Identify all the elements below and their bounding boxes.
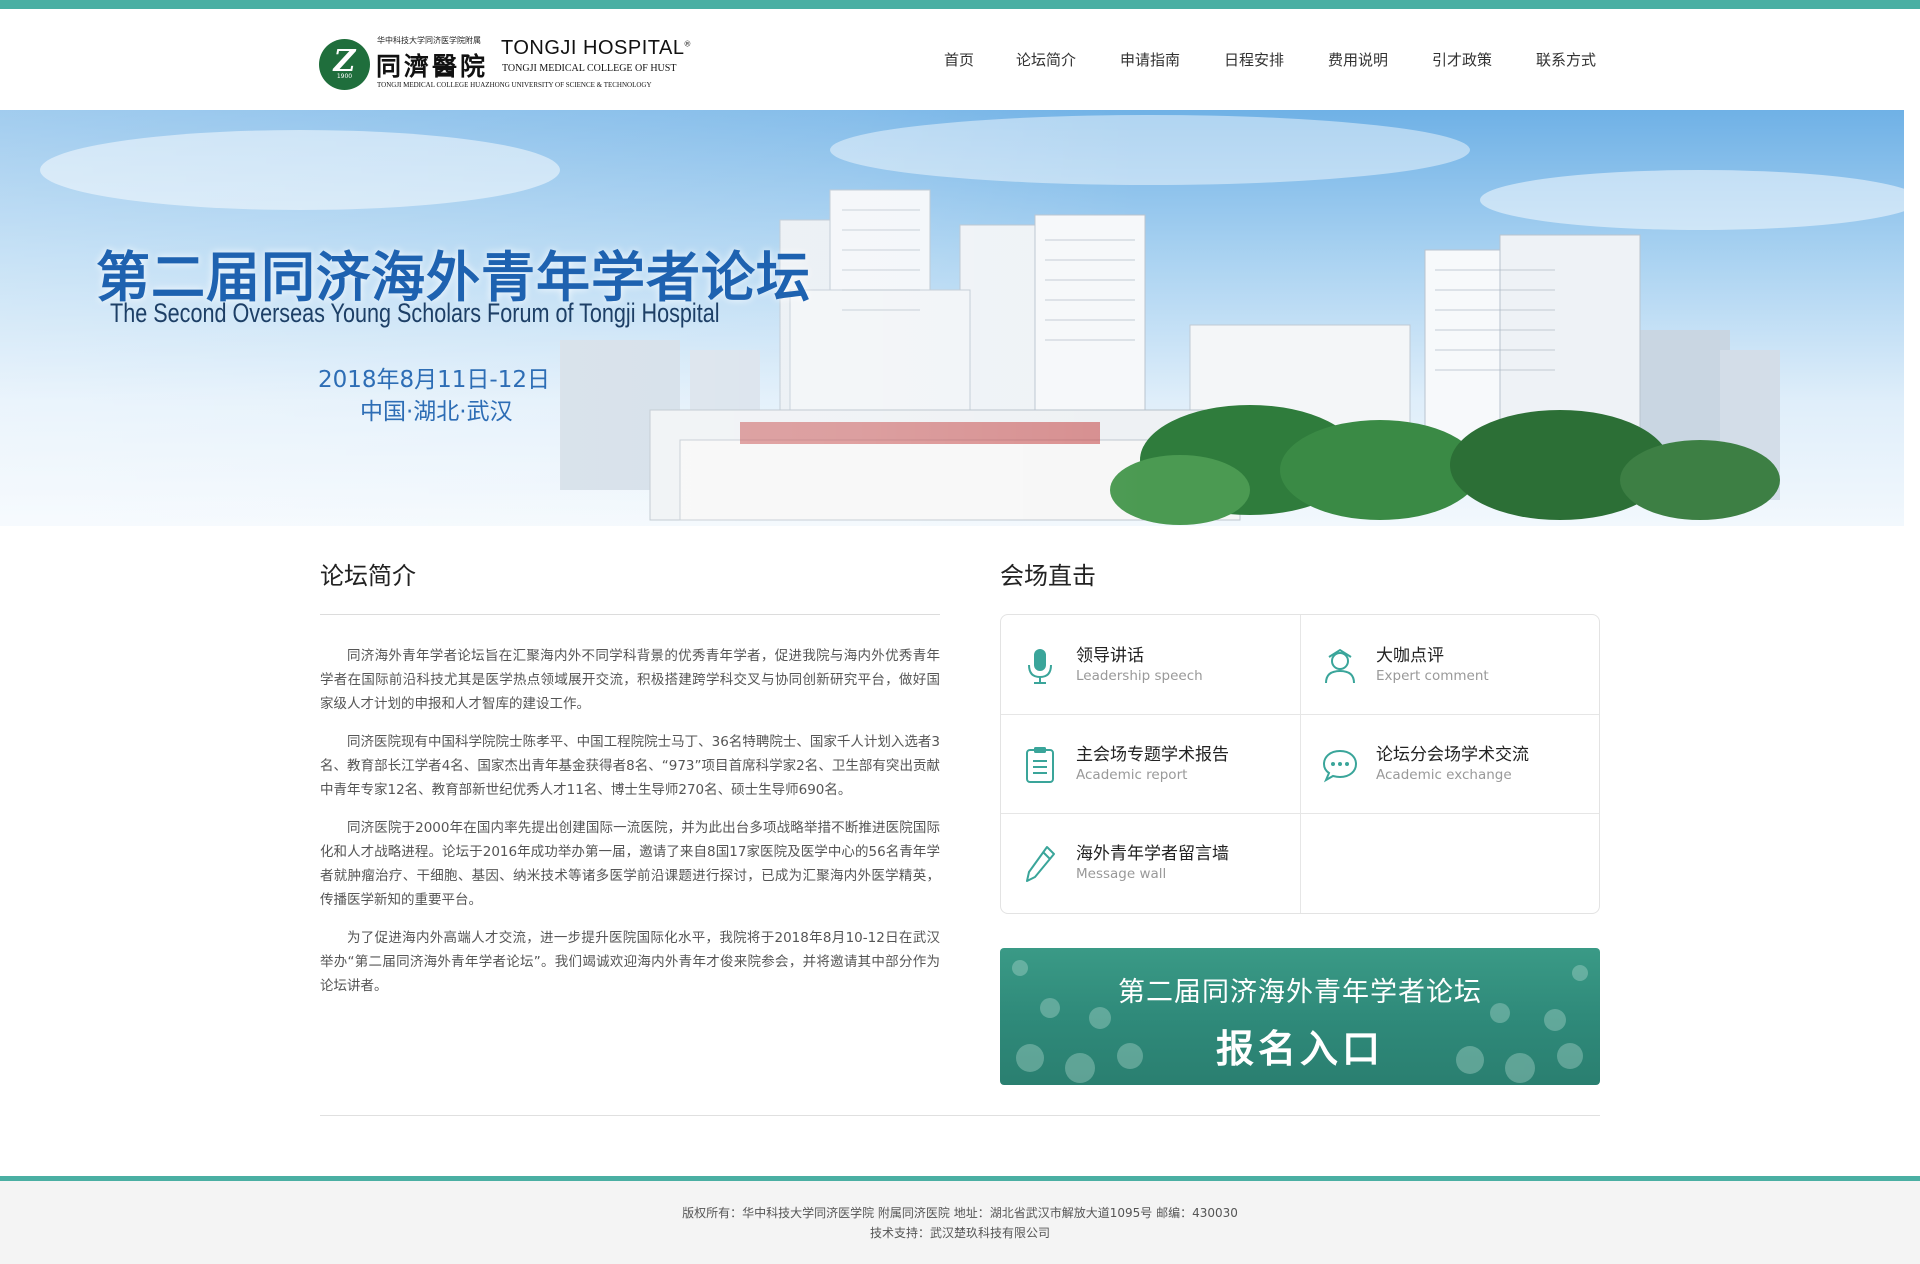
venue-item-label: 主会场专题学术报告 <box>1076 745 1229 765</box>
venue-item-label: 大咖点评 <box>1376 646 1444 666</box>
hospital-emblem-icon: Z 1900 <box>319 39 370 90</box>
nav-schedule[interactable]: 日程安排 <box>1224 49 1284 70</box>
registration-label: 报名入口 <box>1215 1027 1384 1071</box>
intro-title: 论坛简介 <box>320 562 416 590</box>
venue-item-label: 领导讲话 <box>1076 646 1144 666</box>
hospital-logo[interactable]: Z 1900 华中科技大学同济医学院附属 同濟醫院 TONGJI HOSPITA… <box>319 35 694 95</box>
intro-paragraph: 同济医院于2000年在国内率先提出创建国际一流医院，并为此出台多项战略举措不断推… <box>320 820 940 908</box>
venue-grid: 领导讲话 Leadership speech 大咖点评 Expert comme… <box>1000 614 1600 914</box>
chat-bubble-icon <box>1322 749 1358 783</box>
microphone-icon <box>1028 649 1052 684</box>
venue-item-sublabel: Message wall <box>1076 866 1167 882</box>
venue-item-sublabel: Academic exchange <box>1376 767 1512 783</box>
pencil-icon <box>1026 846 1055 882</box>
nav-forum-intro[interactable]: 论坛简介 <box>1016 49 1076 70</box>
venue-item-label: 论坛分会场学术交流 <box>1376 745 1529 765</box>
top-accent-bar <box>0 0 1920 9</box>
banner-location: 中国·湖北·武汉 <box>360 399 513 425</box>
nav-talent-policy[interactable]: 引才政策 <box>1432 49 1492 70</box>
logo-cn-name: 同濟醫院 <box>376 52 489 81</box>
intro-paragraph: 同济海外青年学者论坛旨在汇聚海内外不同学科背景的优秀青年学者，促进我院与海内外优… <box>320 648 940 712</box>
banner-edge <box>1904 110 1920 526</box>
nav-application-guide[interactable]: 申请指南 <box>1120 49 1180 70</box>
registration-entry-button[interactable]: 第二届同济海外青年学者论坛 报名入口 <box>1000 948 1600 1085</box>
logo-en-name: TONGJI HOSPITAL® <box>501 37 691 59</box>
venue-item-label: 海外青年学者留言墙 <box>1076 844 1229 864</box>
venue-item-academic-report[interactable]: 主会场专题学术报告 Academic report <box>1001 714 1300 813</box>
venue-item-expert-comment[interactable]: 大咖点评 Expert comment <box>1301 615 1600 714</box>
venue-item-sublabel: Academic report <box>1076 767 1188 783</box>
banner-subtitle: The Second Overseas Young Scholars Forum… <box>110 298 720 328</box>
banner-date: 2018年8月11日-12日 <box>318 367 550 393</box>
logo-en-college: TONGJI MEDICAL COLLEGE OF HUST <box>502 63 677 74</box>
venue-title: 会场直击 <box>1000 562 1096 590</box>
venue-item-academic-exchange[interactable]: 论坛分会场学术交流 Academic exchange <box>1301 714 1600 813</box>
site-header: Z 1900 华中科技大学同济医学院附属 同濟醫院 TONGJI HOSPITA… <box>0 9 1920 110</box>
intro-paragraph: 为了促进海内外高端人才交流，进一步提升医院国际化水平，我院将于2018年8月10… <box>320 930 940 994</box>
venue-item-message-wall[interactable]: 海外青年学者留言墙 Message wall <box>1001 813 1300 912</box>
registration-title: 第二届同济海外青年学者论坛 <box>1118 977 1482 1008</box>
nav-home[interactable]: 首页 <box>944 49 974 70</box>
venue-item-sublabel: Expert comment <box>1376 668 1489 684</box>
intro-divider <box>320 614 940 615</box>
footer-tech-support: 技术支持：武汉楚玖科技有限公司 <box>869 1226 1050 1240</box>
nav-contact[interactable]: 联系方式 <box>1536 49 1596 70</box>
clipboard-icon <box>1026 747 1054 783</box>
logo-en-university: TONGJI MEDICAL COLLEGE HUAZHONG UNIVERSI… <box>377 81 652 89</box>
footer-copyright: 版权所有：华中科技大学同济医学院 附属同济医院 地址：湖北省武汉市解放大道109… <box>682 1206 1238 1220</box>
content-divider <box>320 1115 1600 1116</box>
nav-fees[interactable]: 费用说明 <box>1328 49 1388 70</box>
logo-cn-affiliation: 华中科技大学同济医学院附属 <box>377 36 481 45</box>
intro-paragraph: 同济医院现有中国科学院院士陈孝平、中国工程院院士马丁、36名特聘院士、国家千人计… <box>320 734 940 798</box>
intro-body: 同济海外青年学者论坛旨在汇聚海内外不同学科背景的优秀青年学者，促进我院与海内外优… <box>320 644 940 1012</box>
expert-icon <box>1325 648 1355 684</box>
site-footer: 版权所有：华中科技大学同济医学院 附属同济医院 地址：湖北省武汉市解放大道109… <box>0 1176 1920 1264</box>
venue-item-leadership-speech[interactable]: 领导讲话 Leadership speech <box>1001 615 1300 714</box>
venue-item-sublabel: Leadership speech <box>1076 668 1203 684</box>
hero-banner: 第二届同济海外青年学者论坛 The Second Overseas Young … <box>0 110 1904 526</box>
